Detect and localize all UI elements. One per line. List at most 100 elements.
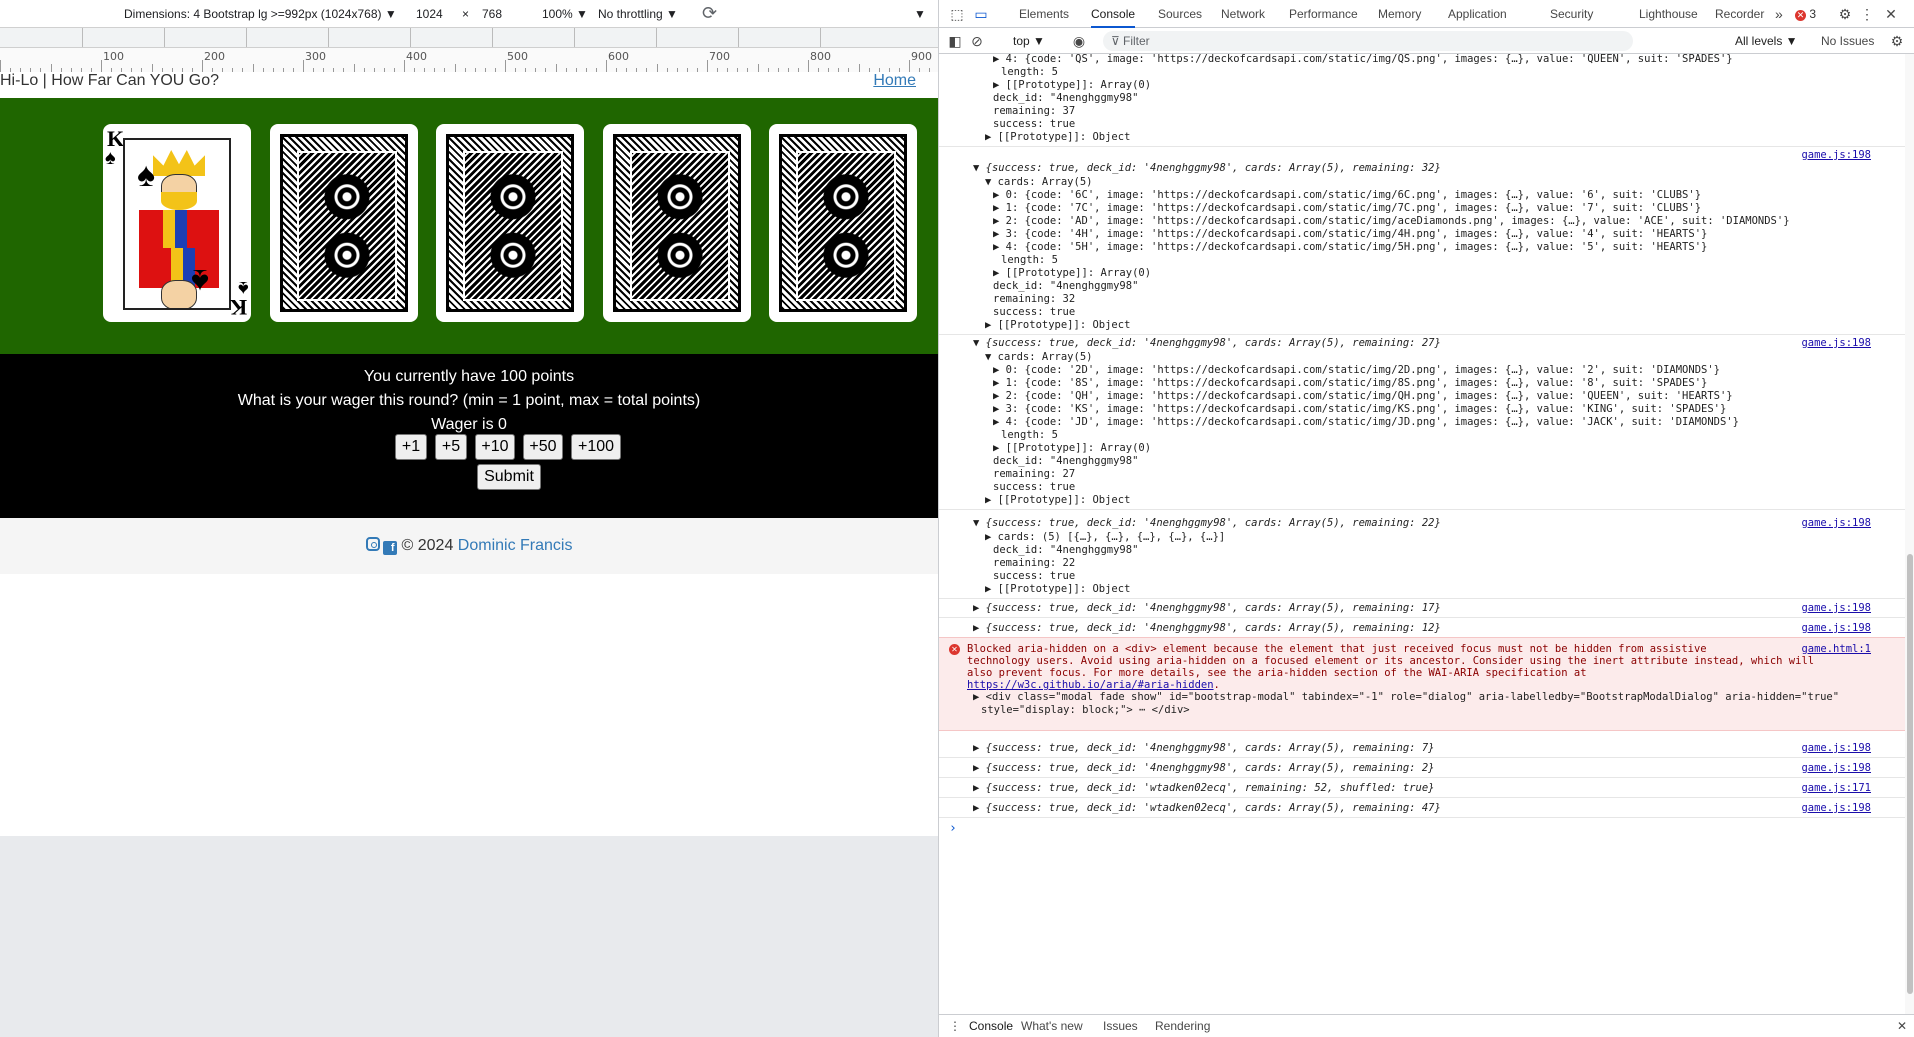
wager-plus-100-button[interactable]: +100 [571, 434, 621, 460]
drawer-tab-console[interactable]: Console [969, 1019, 1013, 1033]
drawer-tab-rendering[interactable]: Rendering [1155, 1019, 1210, 1033]
source-link[interactable]: game.html:1 [1801, 643, 1871, 655]
console-line[interactable]: ▶ [[Prototype]]: Array(0) [993, 267, 1151, 280]
console-entry-summary[interactable]: ▼ {success: true, deck_id: '4nenghggmy98… [973, 337, 1441, 350]
console-settings-gear-icon[interactable]: ⚙ [1889, 33, 1905, 49]
tab-security[interactable]: Security [1550, 0, 1593, 28]
console-line[interactable]: ▶ 1: {code: '7C', image: 'https://deckof… [993, 202, 1701, 215]
console-line[interactable]: ▶ [[Prototype]]: Object [985, 583, 1130, 596]
console-entry-collapsed[interactable]: ▶ {success: true, deck_id: '4nenghggmy98… [973, 742, 1434, 755]
wager-plus-50-button[interactable]: +50 [523, 434, 563, 460]
console-line: remaining: 22 [993, 557, 1076, 569]
aria-spec-link[interactable]: https://w3c.github.io/aria/#aria-hidden [967, 679, 1214, 691]
media-query-bar[interactable] [0, 28, 938, 48]
console-line[interactable]: ▶ 3: {code: 'KS', image: 'https://deckof… [993, 403, 1726, 416]
inspect-element-icon[interactable]: ⬚ [949, 6, 965, 22]
source-link[interactable]: game.js:198 [1801, 742, 1871, 754]
clear-console-icon[interactable]: ⊘ [969, 33, 985, 49]
console-line[interactable]: ▶ [[Prototype]]: Object [985, 131, 1130, 144]
tab-elements[interactable]: Elements [1019, 0, 1069, 28]
tab-lighthouse[interactable]: Lighthouse [1639, 0, 1698, 28]
console-line[interactable]: ▶ 0: {code: '2D', image: 'https://deckof… [993, 364, 1720, 377]
console-line[interactable]: ▼ cards: Array(5) [985, 176, 1092, 189]
source-link[interactable]: game.js:198 [1801, 802, 1871, 814]
log-levels-dropdown[interactable]: All levels ▼ [1735, 34, 1798, 48]
wager-plus-1-button[interactable]: +1 [395, 434, 427, 460]
console-entry-summary[interactable]: ▼ {success: true, deck_id: '4nenghggmy98… [973, 162, 1441, 175]
wager-plus-5-button[interactable]: +5 [435, 434, 467, 460]
scrollbar-thumb[interactable] [1907, 554, 1913, 994]
live-expression-eye-icon[interactable]: ◉ [1071, 33, 1087, 49]
console-line[interactable]: ▶ cards: (5) [{…}, {…}, {…}, {…}, {…}] [985, 531, 1225, 544]
tab-memory[interactable]: Memory [1378, 0, 1421, 28]
console-scrollbar[interactable] [1905, 54, 1914, 1014]
console-line[interactable]: ▶ 4: {code: 'JD', image: 'https://deckof… [993, 416, 1739, 429]
throttling-dropdown[interactable]: No throttling ▼ [598, 7, 678, 21]
more-options-icon[interactable]: ⋮ [1859, 6, 1875, 22]
home-link[interactable]: Home [873, 72, 916, 90]
tab-network[interactable]: Network [1221, 0, 1265, 28]
console-entry-collapsed[interactable]: ▶ {success: true, deck_id: '4nenghggmy98… [973, 602, 1441, 615]
wager-plus-10-button[interactable]: +10 [475, 434, 515, 460]
device-toggle-icon[interactable]: ▭ [973, 6, 989, 22]
card-back-pattern [280, 134, 408, 312]
tab-sources[interactable]: Sources [1158, 0, 1202, 28]
source-link[interactable]: game.js:198 [1801, 762, 1871, 774]
console-line[interactable]: ▶ 1: {code: '8S', image: 'https://deckof… [993, 377, 1707, 390]
tab-console[interactable]: Console [1091, 0, 1136, 28]
source-link[interactable]: game.js:198 [1801, 149, 1871, 161]
rotate-icon[interactable]: ⟳ [702, 3, 717, 24]
error-count-badge[interactable]: ✕ 3 [1795, 7, 1816, 21]
console-line[interactable]: ▶ 4: {code: '5H', image: 'https://deckof… [993, 241, 1707, 254]
sidebar-toggle-icon[interactable]: ◧ [947, 33, 963, 49]
source-link[interactable]: game.js:198 [1801, 602, 1871, 614]
filter-input[interactable]: ⊽ Filter [1103, 31, 1633, 51]
console-entry-collapsed[interactable]: ▶ {success: true, deck_id: '4nenghggmy98… [973, 762, 1434, 775]
console-line[interactable]: ▶ [[Prototype]]: Array(0) [993, 79, 1151, 92]
wager-value-text: Wager is 0 [431, 416, 507, 433]
settings-gear-icon[interactable]: ⚙ [1837, 6, 1853, 22]
console-prompt[interactable]: › [949, 822, 957, 835]
facebook-icon[interactable]: f [382, 541, 397, 555]
device-more-dropdown[interactable]: ▼ [914, 7, 926, 21]
console-line[interactable]: ▶ 3: {code: '4H', image: 'https://deckof… [993, 228, 1707, 241]
console-entry-collapsed[interactable]: ▶ {success: true, deck_id: 'wtadken02ecq… [973, 782, 1434, 795]
error-element-line[interactable]: ▶ <div class="modal fade show" id="boots… [973, 691, 1839, 704]
console-line: deck_id: "4nenghggmy98" [993, 455, 1139, 467]
source-link[interactable]: game.js:171 [1801, 782, 1871, 794]
console-line[interactable]: ▼ cards: Array(5) [985, 351, 1092, 364]
dimensions-dropdown[interactable]: Dimensions: 4 Bootstrap lg >=992px (1024… [124, 7, 397, 21]
drawer-menu-icon[interactable]: ⋮ [949, 1019, 961, 1033]
context-dropdown[interactable]: top ▼ [1013, 34, 1045, 48]
console-line[interactable]: ▶ 4: {code: 'QS', image: 'https://deckof… [993, 54, 1733, 66]
issues-counter[interactable]: No Issues [1821, 34, 1874, 48]
console-error-entry: ✕ game.html:1 Blocked aria-hidden on a <… [939, 637, 1905, 731]
height-input[interactable]: 768 [482, 7, 502, 21]
tab-recorder[interactable]: Recorder [1715, 0, 1764, 28]
drawer-tab-whats-new[interactable]: What's new [1021, 1019, 1083, 1033]
source-link[interactable]: game.js:198 [1801, 517, 1871, 529]
instagram-icon[interactable] [365, 537, 380, 551]
console-line[interactable]: ▶ [[Prototype]]: Array(0) [993, 442, 1151, 455]
author-link[interactable]: Dominic Francis [458, 537, 573, 554]
site-header: Hi-Lo | How Far Can YOU Go? Home [0, 72, 938, 98]
console-line[interactable]: ▶ 2: {code: 'AD', image: 'https://deckof… [993, 215, 1790, 228]
tab-performance[interactable]: Performance [1289, 0, 1358, 28]
more-tabs-icon[interactable]: » [1775, 0, 1783, 28]
console-entry-collapsed[interactable]: ▶ {success: true, deck_id: 'wtadken02ecq… [973, 802, 1441, 815]
console-entry-summary[interactable]: ▼ {success: true, deck_id: '4nenghggmy98… [973, 517, 1441, 530]
console-line[interactable]: ▶ 0: {code: '6C', image: 'https://deckof… [993, 189, 1701, 202]
source-link[interactable]: game.js:198 [1801, 622, 1871, 634]
console-line[interactable]: ▶ 2: {code: 'QH', image: 'https://deckof… [993, 390, 1733, 403]
width-input[interactable]: 1024 [416, 7, 443, 21]
console-line[interactable]: ▶ [[Prototype]]: Object [985, 319, 1130, 332]
console-entry-collapsed[interactable]: ▶ {success: true, deck_id: '4nenghggmy98… [973, 622, 1441, 635]
drawer-tab-issues[interactable]: Issues [1103, 1019, 1138, 1033]
zoom-dropdown[interactable]: 100% ▼ [542, 7, 588, 21]
console-line[interactable]: ▶ [[Prototype]]: Object [985, 494, 1130, 507]
close-drawer-icon[interactable]: ✕ [1897, 1019, 1907, 1033]
tab-application[interactable]: Application [1448, 0, 1507, 28]
source-link[interactable]: game.js:198 [1801, 337, 1871, 349]
close-devtools-icon[interactable]: ✕ [1883, 6, 1899, 22]
submit-button[interactable]: Submit [477, 464, 541, 490]
